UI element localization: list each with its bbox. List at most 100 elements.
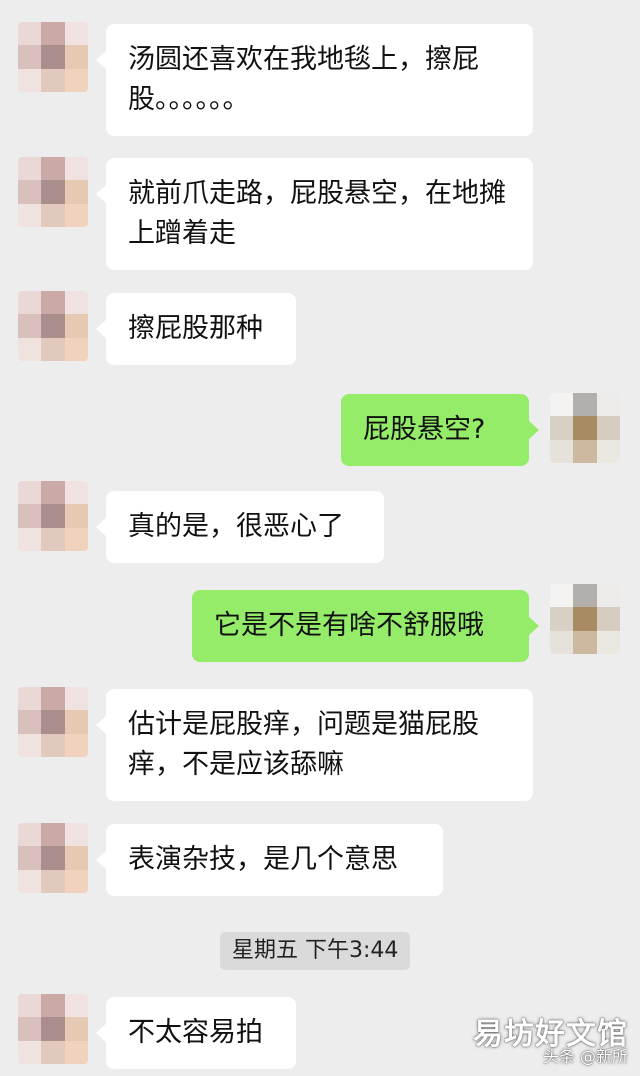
self-avatar[interactable] — [550, 584, 620, 654]
avatar-pixel — [64, 291, 88, 315]
avatar-pixel — [64, 994, 88, 1018]
contact-avatar[interactable] — [18, 22, 88, 92]
avatar-pixel — [573, 393, 597, 417]
avatar-pixel — [41, 337, 65, 361]
avatar-pixel — [41, 846, 65, 870]
avatar-pixel — [64, 733, 88, 757]
avatar-pixel — [41, 314, 65, 338]
avatar-pixel — [573, 630, 597, 654]
avatar-pixel — [18, 291, 42, 315]
avatar-pixel — [18, 846, 42, 870]
avatar-pixel — [573, 607, 597, 631]
avatar-pixel — [18, 337, 42, 361]
avatar-pixel — [596, 416, 620, 440]
message-bubble-incoming[interactable]: 擦屁股那种 — [96, 293, 296, 365]
avatar-pixel — [41, 1040, 65, 1064]
avatar-pixel — [596, 584, 620, 608]
avatar-pixel — [596, 439, 620, 463]
avatar-pixel — [64, 869, 88, 893]
message-bubble-outgoing[interactable]: 屁股悬空? — [341, 394, 539, 466]
avatar-pixel — [550, 630, 574, 654]
avatar-pixel — [573, 439, 597, 463]
avatar-pixel — [64, 823, 88, 847]
avatar-pixel — [550, 584, 574, 608]
avatar-pixel — [573, 584, 597, 608]
avatar-pixel — [64, 1040, 88, 1064]
avatar-pixel — [64, 22, 88, 46]
avatar-pixel — [41, 180, 65, 204]
contact-avatar[interactable] — [18, 994, 88, 1064]
avatar-pixel — [18, 45, 42, 69]
contact-avatar[interactable] — [18, 157, 88, 227]
avatar-pixel — [41, 504, 65, 528]
avatar-pixel — [18, 68, 42, 92]
avatar-pixel — [41, 869, 65, 893]
avatar-pixel — [41, 733, 65, 757]
message-bubble-incoming[interactable]: 真的是，很恶心了 — [96, 491, 384, 563]
avatar-pixel — [18, 687, 42, 711]
chat-view[interactable]: 汤圆还喜欢在我地毯上，擦屁股。。。。。。 就前爪走路，屁股悬空，在地摊上蹭着走 … — [0, 0, 640, 1076]
avatar-pixel — [18, 504, 42, 528]
avatar-pixel — [64, 203, 88, 227]
avatar-pixel — [18, 1040, 42, 1064]
avatar-pixel — [64, 314, 88, 338]
avatar-pixel — [41, 710, 65, 734]
avatar-pixel — [18, 180, 42, 204]
avatar-pixel — [41, 22, 65, 46]
avatar-pixel — [550, 607, 574, 631]
avatar-pixel — [18, 527, 42, 551]
contact-avatar[interactable] — [18, 481, 88, 551]
timestamp-label: 星期五 下午3:44 — [220, 932, 411, 970]
avatar-pixel — [64, 846, 88, 870]
avatar-pixel — [41, 291, 65, 315]
avatar-pixel — [64, 45, 88, 69]
avatar-pixel — [596, 630, 620, 654]
avatar-pixel — [18, 314, 42, 338]
avatar-pixel — [64, 1017, 88, 1041]
avatar-pixel — [18, 994, 42, 1018]
contact-avatar[interactable] — [18, 823, 88, 893]
message-bubble-incoming[interactable]: 不太容易拍 — [96, 997, 296, 1069]
avatar-pixel — [41, 68, 65, 92]
watermark: 易坊好文馆 头条 @新所 — [473, 1018, 628, 1066]
avatar-pixel — [18, 1017, 42, 1041]
avatar-pixel — [64, 180, 88, 204]
avatar-pixel — [18, 22, 42, 46]
message-bubble-incoming[interactable]: 表演杂技，是几个意思 — [96, 824, 443, 896]
avatar-pixel — [41, 823, 65, 847]
avatar-pixel — [550, 439, 574, 463]
avatar-pixel — [18, 733, 42, 757]
avatar-pixel — [573, 416, 597, 440]
avatar-pixel — [18, 481, 42, 505]
message-bubble-incoming[interactable]: 汤圆还喜欢在我地毯上，擦屁股。。。。。。 — [96, 24, 533, 136]
contact-avatar[interactable] — [18, 687, 88, 757]
avatar-pixel — [41, 45, 65, 69]
avatar-pixel — [64, 504, 88, 528]
avatar-pixel — [41, 203, 65, 227]
avatar-pixel — [41, 994, 65, 1018]
avatar-pixel — [550, 393, 574, 417]
avatar-pixel — [64, 157, 88, 181]
avatar-pixel — [18, 203, 42, 227]
avatar-pixel — [596, 393, 620, 417]
avatar-pixel — [64, 687, 88, 711]
avatar-pixel — [41, 157, 65, 181]
message-bubble-outgoing[interactable]: 它是不是有啥不舒服哦 — [192, 590, 539, 662]
avatar-pixel — [18, 823, 42, 847]
contact-avatar[interactable] — [18, 291, 88, 361]
avatar-pixel — [64, 527, 88, 551]
avatar-pixel — [64, 710, 88, 734]
avatar-pixel — [18, 710, 42, 734]
message-bubble-incoming[interactable]: 估计是屁股痒，问题是猫屁股痒，不是应该舔嘛 — [96, 689, 533, 801]
avatar-pixel — [64, 481, 88, 505]
avatar-pixel — [64, 68, 88, 92]
avatar-pixel — [550, 416, 574, 440]
avatar-pixel — [18, 157, 42, 181]
avatar-pixel — [41, 481, 65, 505]
self-avatar[interactable] — [550, 393, 620, 463]
avatar-pixel — [18, 869, 42, 893]
avatar-pixel — [64, 337, 88, 361]
avatar-pixel — [41, 687, 65, 711]
avatar-pixel — [41, 1017, 65, 1041]
message-bubble-incoming[interactable]: 就前爪走路，屁股悬空，在地摊上蹭着走 — [96, 158, 533, 270]
